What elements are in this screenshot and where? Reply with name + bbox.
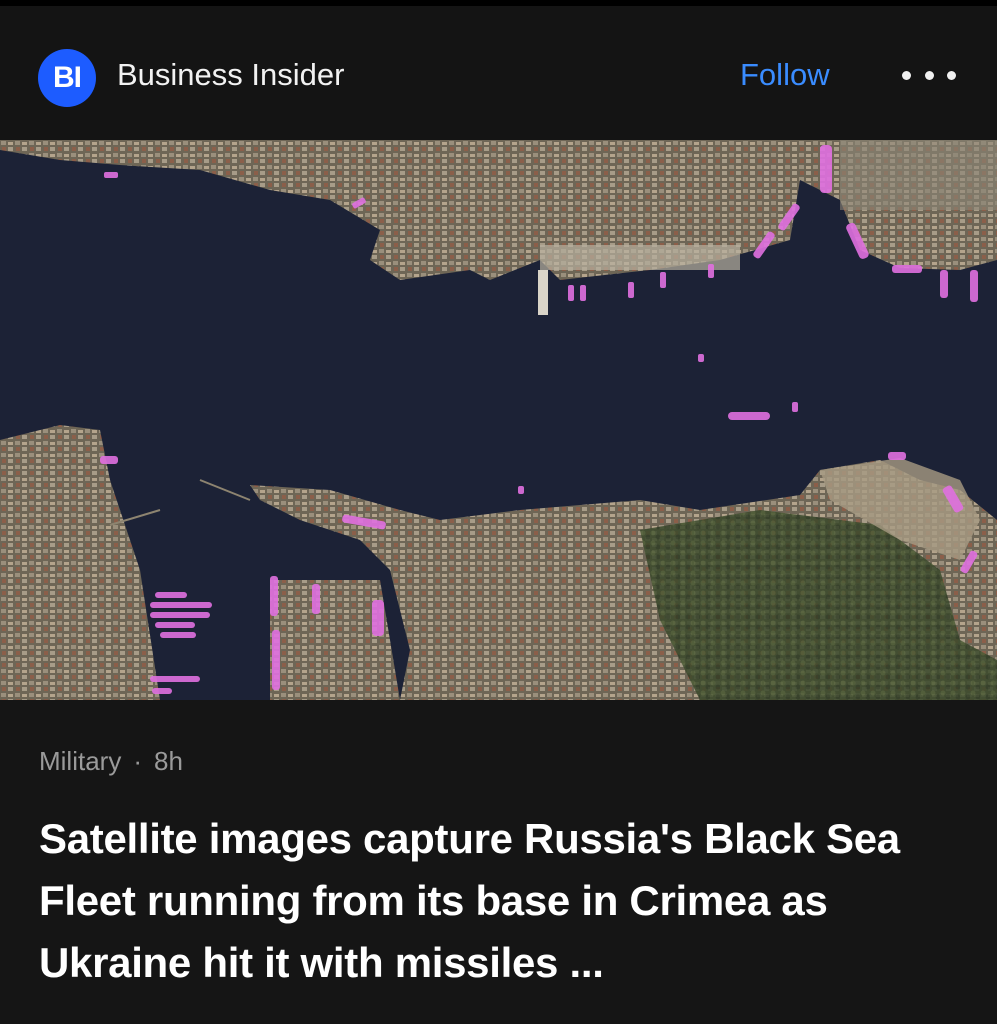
more-dot (924, 70, 934, 80)
article-headline[interactable]: Satellite images capture Russia's Black … (39, 808, 969, 994)
publisher-logo-text: BI (53, 61, 82, 94)
more-options-icon[interactable] (902, 58, 956, 92)
article-hero-image[interactable] (0, 140, 997, 700)
satellite-image-illustration (0, 140, 997, 700)
article-category[interactable]: Military (39, 746, 121, 776)
publisher-logo[interactable]: BI (38, 49, 96, 107)
more-dot (902, 70, 911, 80)
follow-button[interactable]: Follow (740, 55, 830, 95)
meta-separator: · (133, 746, 143, 776)
article-meta: Military · 8h (39, 744, 183, 778)
more-dot (947, 70, 956, 80)
publisher-header: BI Business Insider Follow (0, 6, 997, 140)
article-time: 8h (154, 746, 183, 776)
publisher-name[interactable]: Business Insider (117, 55, 344, 95)
